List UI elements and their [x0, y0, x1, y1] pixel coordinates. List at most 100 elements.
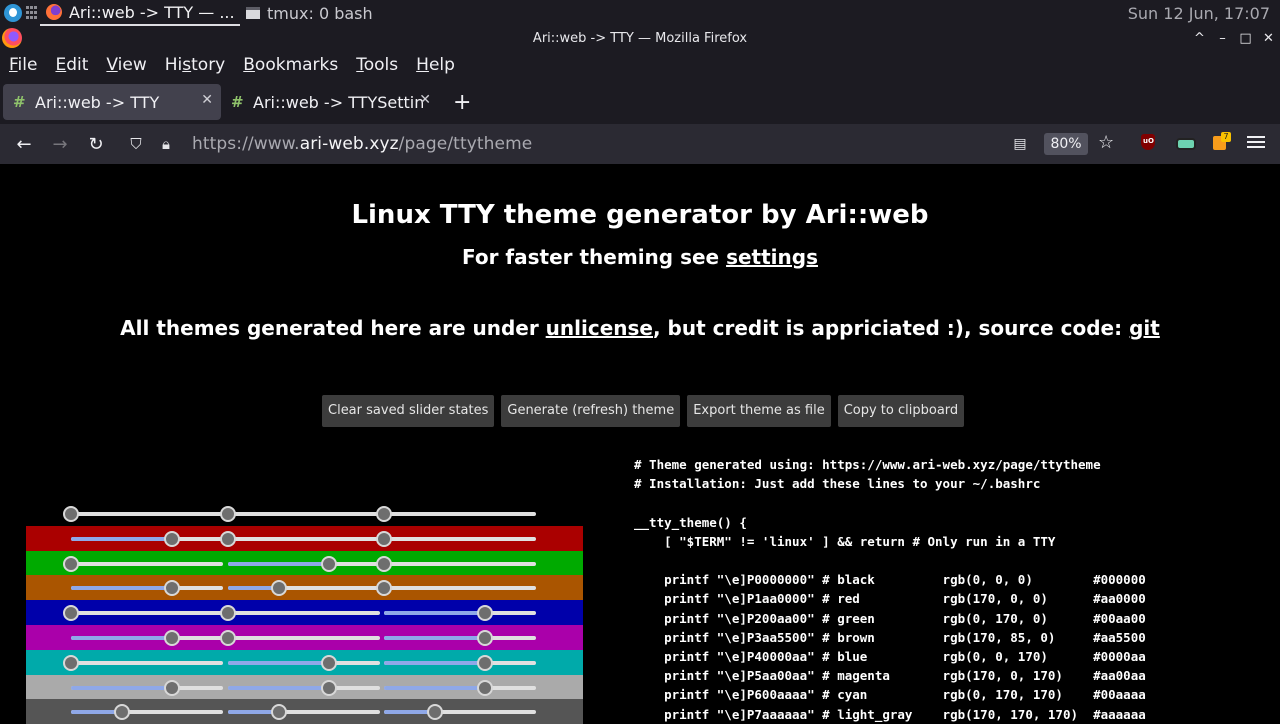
- channel-slider-knob[interactable]: [376, 580, 392, 597]
- channel-slider-knob[interactable]: [477, 679, 494, 696]
- code-line: # Installation: Just add these lines to …: [634, 476, 1041, 492]
- channel-slider-knob[interactable]: [321, 555, 338, 572]
- privacy-extension-icon[interactable]: [1174, 132, 1196, 154]
- channel-track[interactable]: [71, 611, 223, 616]
- ublock-origin-icon[interactable]: uO: [1138, 132, 1158, 154]
- back-arrow-icon[interactable]: ←: [6, 128, 42, 160]
- menu-help[interactable]: Help: [407, 55, 464, 75]
- reader-view-icon[interactable]: ▤: [1008, 132, 1032, 156]
- channel-slider-knob[interactable]: [220, 605, 236, 622]
- window-minimize-button[interactable]: –: [1211, 31, 1234, 46]
- menu-file[interactable]: File: [0, 55, 46, 75]
- channel-track[interactable]: [228, 660, 380, 665]
- zoom-level-badge[interactable]: 80%: [1044, 133, 1088, 155]
- channel-track[interactable]: [384, 660, 536, 665]
- channel-slider-knob[interactable]: [220, 629, 236, 646]
- channel-track[interactable]: [71, 635, 223, 640]
- export-theme-button[interactable]: Export theme as file: [687, 395, 831, 427]
- license-text-2: , but credit is appriciated :), source c…: [653, 316, 1130, 340]
- channel-track[interactable]: [71, 660, 223, 665]
- channel-track[interactable]: [228, 586, 380, 591]
- channel-slider-knob[interactable]: [270, 704, 287, 721]
- channel-track[interactable]: [228, 710, 380, 715]
- channel-slider-knob[interactable]: [63, 555, 79, 572]
- channel-slider-knob[interactable]: [164, 530, 181, 547]
- channel-track[interactable]: [384, 561, 536, 566]
- generate-theme-button[interactable]: Generate (refresh) theme: [501, 395, 681, 427]
- channel-slider-knob[interactable]: [426, 704, 443, 721]
- channel-slider-knob[interactable]: [220, 506, 236, 522]
- channel-slider-knob[interactable]: [376, 530, 392, 547]
- channel-track[interactable]: [71, 586, 223, 591]
- fox-extension-icon[interactable]: 7: [1210, 132, 1231, 154]
- reload-icon[interactable]: ↻: [78, 128, 114, 160]
- channel-slider-knob[interactable]: [477, 654, 494, 671]
- url-bar[interactable]: ⛉ 🔒︎ https://www.ari-web.xyz/page/ttythe…: [118, 128, 1134, 160]
- channel-slider-knob[interactable]: [164, 679, 181, 696]
- channel-track[interactable]: [71, 710, 223, 715]
- color-row-red: [26, 525, 583, 551]
- channel-track[interactable]: [228, 635, 380, 640]
- app-menu-icon[interactable]: [1247, 133, 1265, 151]
- settings-link[interactable]: settings: [726, 245, 818, 269]
- channel-slider-knob[interactable]: [113, 704, 130, 721]
- bookmark-star-icon[interactable]: ☆: [1098, 132, 1114, 153]
- channel-track[interactable]: [71, 561, 223, 566]
- git-link[interactable]: git: [1129, 316, 1160, 340]
- channel-slider-knob[interactable]: [270, 580, 287, 597]
- menu-tools[interactable]: Tools: [347, 55, 407, 75]
- workspace-grid-icon[interactable]: [26, 6, 40, 20]
- channel-track[interactable]: [228, 611, 380, 616]
- tracking-shield-icon[interactable]: ⛉: [124, 135, 148, 153]
- channel-track[interactable]: [71, 685, 223, 690]
- channel-slider-knob[interactable]: [321, 654, 338, 671]
- channel-track[interactable]: [228, 561, 380, 566]
- taskbar-item-firefox[interactable]: Ari::web -> TTY — ...: [40, 0, 240, 26]
- menu-bookmarks[interactable]: Bookmarks: [234, 55, 347, 75]
- channel-track[interactable]: [71, 512, 223, 516]
- channel-track[interactable]: [384, 536, 536, 541]
- forward-arrow-icon[interactable]: →: [42, 128, 78, 160]
- window-shade-button[interactable]: ^: [1188, 31, 1211, 46]
- new-tab-plus-icon[interactable]: +: [453, 90, 471, 115]
- menu-view[interactable]: View: [97, 55, 155, 75]
- tab-close-icon[interactable]: ✕: [419, 92, 431, 108]
- window-close-button[interactable]: ✕: [1257, 31, 1280, 46]
- channel-track[interactable]: [384, 685, 536, 690]
- menu-history[interactable]: History: [156, 55, 235, 75]
- channel-track[interactable]: [384, 586, 536, 591]
- copy-clipboard-button[interactable]: Copy to clipboard: [837, 395, 965, 427]
- menu-edit[interactable]: Edit: [46, 55, 97, 75]
- url-text[interactable]: https://www.ari-web.xyz/page/ttytheme: [192, 134, 532, 154]
- channel-track[interactable]: [228, 512, 380, 516]
- app-launcher-icon[interactable]: [4, 4, 22, 22]
- channel-track[interactable]: [228, 536, 380, 541]
- clear-slider-states-button[interactable]: Clear saved slider states: [322, 395, 495, 427]
- window-maximize-button[interactable]: □: [1234, 31, 1257, 46]
- channel-track[interactable]: [228, 685, 380, 690]
- channel-track[interactable]: [71, 536, 223, 541]
- channel-track[interactable]: [384, 611, 536, 616]
- unlicense-link[interactable]: unlicense: [546, 316, 653, 340]
- channel-slider-knob[interactable]: [63, 654, 79, 671]
- channel-slider-knob[interactable]: [220, 530, 236, 547]
- tab-ttysettings[interactable]: # Ari::web -> TTYSettings ✕: [221, 84, 439, 120]
- tab-tty[interactable]: # Ari::web -> TTY ✕: [3, 84, 221, 120]
- channel-slider-knob[interactable]: [376, 506, 392, 522]
- lock-icon[interactable]: 🔒︎: [154, 135, 178, 153]
- tab-close-icon[interactable]: ✕: [201, 92, 213, 108]
- channel-slider-knob[interactable]: [63, 506, 79, 522]
- channel-track[interactable]: [384, 512, 536, 516]
- channel-track[interactable]: [384, 710, 536, 715]
- taskbar-item-tmux[interactable]: tmux: 0 bash: [240, 0, 379, 26]
- channel-slider-knob[interactable]: [164, 580, 181, 597]
- channel-slider-knob[interactable]: [477, 605, 494, 622]
- channel-slider-knob[interactable]: [63, 605, 79, 622]
- channel-slider-knob[interactable]: [164, 629, 181, 646]
- channel-slider-knob[interactable]: [321, 679, 338, 696]
- channel-slider-knob[interactable]: [477, 629, 494, 646]
- clock[interactable]: Sun 12 Jun, 17:07: [1128, 4, 1270, 23]
- channel-track[interactable]: [384, 635, 536, 640]
- channel-slider-knob[interactable]: [376, 555, 392, 572]
